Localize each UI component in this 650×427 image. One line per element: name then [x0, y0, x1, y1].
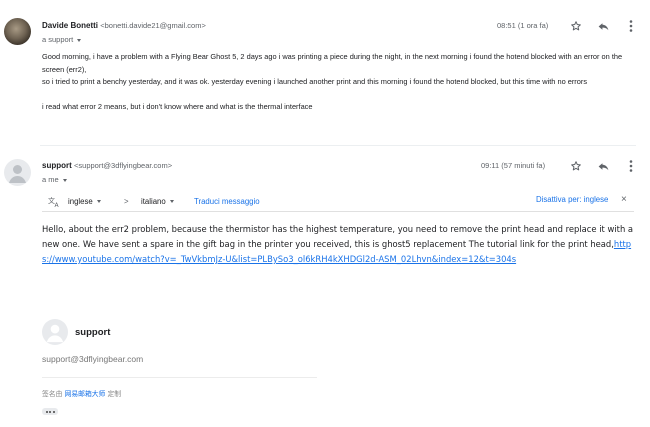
- signature-footer-suffix: 定制: [107, 390, 122, 398]
- sender-line: Davide Bonetti <bonetti.davide21@gmail.c…: [42, 21, 206, 30]
- signature-avatar: [42, 319, 68, 345]
- ellipsis-dot: [49, 410, 51, 413]
- body-blank-line: [42, 89, 632, 102]
- translate-message-link[interactable]: Traduci messaggio: [194, 197, 260, 206]
- signature-footer-prefix: 签名由: [42, 390, 63, 398]
- recipient-label: a me: [42, 175, 59, 184]
- translate-icon: 文A: [48, 196, 62, 210]
- star-icon[interactable]: [569, 159, 583, 173]
- signature-footer: 签名由 网易邮箱大师 定制: [42, 388, 121, 398]
- target-language-label: italiano: [141, 197, 166, 206]
- arrow-right-icon: >: [124, 197, 129, 206]
- reply-icon[interactable]: [596, 159, 610, 173]
- signature-footer-link[interactable]: 网易邮箱大师: [65, 390, 106, 398]
- svg-text:A: A: [55, 202, 60, 208]
- chevron-down-icon: [96, 200, 101, 204]
- recipient-details-toggle[interactable]: a me: [42, 175, 67, 184]
- ellipsis-dot: [45, 410, 48, 413]
- sender-email: <bonetti.davide21@gmail.com>: [100, 21, 206, 30]
- source-language-select[interactable]: inglese: [68, 197, 101, 206]
- close-icon[interactable]: ×: [621, 195, 627, 205]
- message-time: 09:11 (57 minuti fa): [481, 161, 546, 170]
- message-divider: [40, 145, 636, 146]
- sender-line: support <support@3dflyingbear.com>: [42, 161, 172, 170]
- ellipsis-dot: [52, 410, 55, 413]
- chevron-down-icon: [62, 178, 67, 182]
- disable-translation-link[interactable]: Disattiva per: inglese: [536, 195, 608, 204]
- signature-divider: [42, 377, 317, 378]
- signature-name: support: [75, 327, 111, 338]
- show-trimmed-content-button[interactable]: [42, 408, 58, 415]
- recipient-label: a support: [42, 35, 74, 44]
- more-options-icon[interactable]: [624, 19, 638, 33]
- sender-email: <support@3dflyingbear.com>: [74, 161, 173, 170]
- source-language-label: inglese: [68, 197, 93, 206]
- chevron-down-icon: [77, 38, 82, 42]
- message-body: Good morning, i have a problem with a Fl…: [42, 51, 632, 114]
- sender-avatar[interactable]: [4, 18, 31, 45]
- target-language-select[interactable]: italiano: [141, 197, 174, 206]
- reply-icon[interactable]: [596, 19, 610, 33]
- default-avatar-icon[interactable]: [4, 159, 31, 186]
- body-text: Hello, about the err2 problem, because t…: [42, 224, 634, 249]
- recipient-details-toggle[interactable]: a support: [42, 35, 82, 44]
- star-icon[interactable]: [569, 19, 583, 33]
- chevron-down-icon: [169, 200, 174, 204]
- body-line: Good morning, i have a problem with a Fl…: [42, 52, 625, 74]
- sender-name[interactable]: support: [42, 161, 72, 170]
- more-options-icon[interactable]: [624, 159, 638, 173]
- signature-email: support@3dflyingbear.com: [42, 354, 144, 364]
- message-body: Hello, about the err2 problem, because t…: [42, 222, 642, 267]
- sender-name[interactable]: Davide Bonetti: [42, 21, 98, 30]
- svg-text:文: 文: [48, 196, 55, 205]
- body-line: i read what error 2 means, but i don't k…: [42, 102, 313, 111]
- body-line: so i tried to print a benchy yesterday, …: [42, 77, 588, 86]
- translation-bar: 文A inglese > italiano Traduci messaggio …: [42, 192, 634, 212]
- message-time: 08:51 (1 ora fa): [497, 21, 549, 30]
